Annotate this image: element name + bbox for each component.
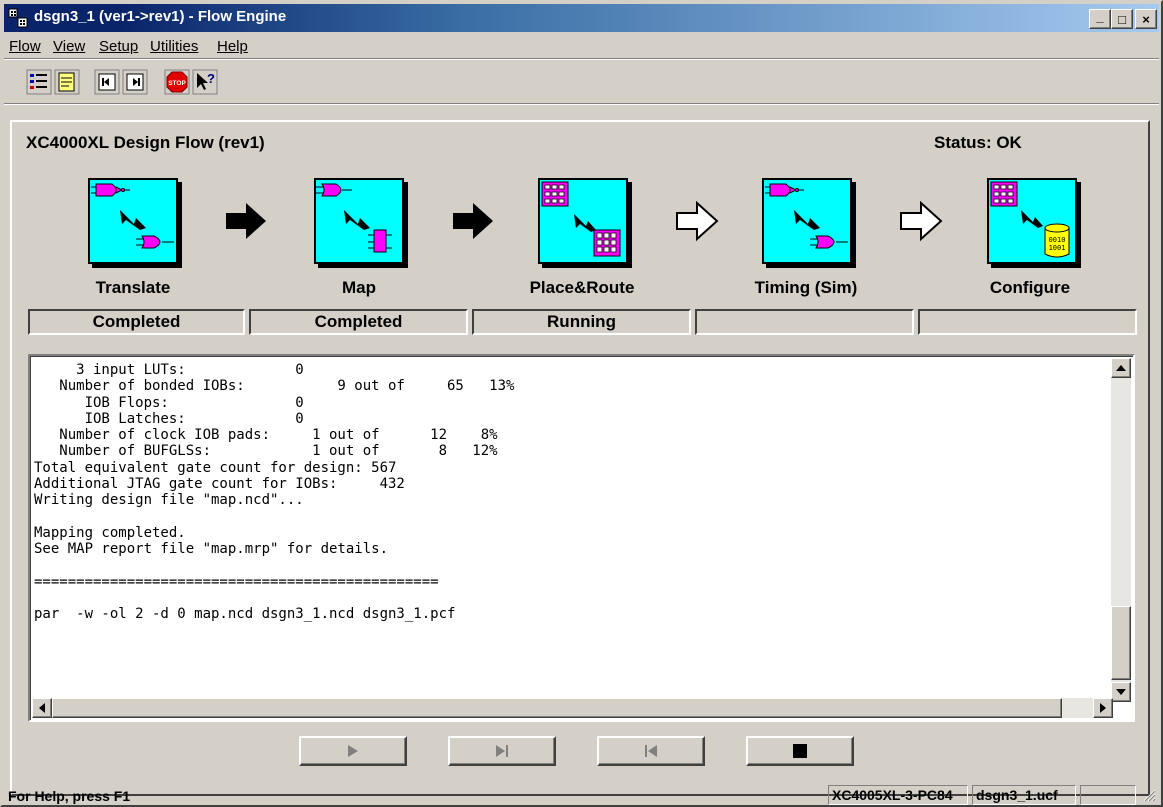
filled-arrow-icon xyxy=(453,203,493,239)
map-label: Map xyxy=(342,278,376,297)
scroll-up-button[interactable] xyxy=(1111,358,1131,378)
toolbar: STOP ? xyxy=(18,61,280,99)
menu-help[interactable]: Help xyxy=(217,38,248,55)
checklist-button[interactable] xyxy=(26,69,52,95)
extra-pane xyxy=(1080,785,1136,805)
stop-button[interactable] xyxy=(746,736,854,766)
stop-icon-text: STOP xyxy=(168,80,186,87)
menu-view[interactable]: View xyxy=(53,38,85,55)
map-icon xyxy=(316,183,392,253)
place-route-status: Running xyxy=(472,309,691,335)
app-icon xyxy=(8,8,28,28)
configure-label: Configure xyxy=(989,278,1071,297)
minimize-icon: _ xyxy=(1096,8,1104,24)
flow-title: XC4000XL Design Flow (rev1) xyxy=(26,133,265,152)
report-button[interactable] xyxy=(54,69,80,95)
rewind-button[interactable] xyxy=(597,736,705,766)
report-icon xyxy=(54,69,80,95)
horizontal-scrollbar[interactable] xyxy=(32,698,1113,718)
menu-view-label: View xyxy=(53,38,86,55)
place-route-label: Place&Route xyxy=(529,278,635,297)
left-arrow-icon xyxy=(39,703,45,713)
menu-separator xyxy=(4,58,1159,60)
horizontal-scroll-thumb[interactable] xyxy=(52,698,1062,718)
map-status: Completed xyxy=(249,309,468,335)
status-bar: For Help, press F1 XC4005XL-3-PC84 dsgn3… xyxy=(4,782,1159,806)
run-button[interactable] xyxy=(299,736,407,766)
stop-square-icon xyxy=(793,744,807,758)
minimize-button[interactable]: _ xyxy=(1089,9,1111,29)
close-button[interactable]: × xyxy=(1135,9,1157,29)
translate-icon xyxy=(91,183,174,249)
configure-icon: 0010 1001 xyxy=(990,181,1070,258)
checklist-icon xyxy=(26,69,52,95)
scroll-right-button[interactable] xyxy=(1093,698,1113,718)
vertical-scrollbar[interactable] xyxy=(1111,358,1131,702)
stop-icon: STOP xyxy=(164,69,190,95)
scroll-left-button[interactable] xyxy=(32,698,52,718)
timing-icon xyxy=(765,183,848,249)
svg-text:0010: 0010 xyxy=(1049,236,1066,244)
step-back-button[interactable] xyxy=(94,69,120,95)
configure-status xyxy=(918,309,1137,335)
context-help-icon: ? xyxy=(192,69,218,95)
play-icon xyxy=(348,745,358,757)
menu-bar: Flow View Setup Utilities Help xyxy=(4,34,1159,58)
context-help-icon-text: ? xyxy=(207,71,215,86)
menu-help-label: Help xyxy=(217,38,248,55)
outline-arrow-icon xyxy=(900,200,943,242)
log-text: 3 input LUTs: 0 Number of bonded IOBs: 9… xyxy=(34,362,515,623)
ucf-pane: dsgn3_1.ucf xyxy=(972,785,1076,805)
close-icon: × xyxy=(1142,11,1150,27)
up-arrow-icon xyxy=(1116,365,1126,371)
place-route-icon xyxy=(541,181,621,257)
log-output[interactable]: 3 input LUTs: 0 Number of bonded IOBs: 9… xyxy=(28,354,1135,722)
place-route-step-button[interactable] xyxy=(538,178,628,264)
menu-utilities[interactable]: Utilities xyxy=(150,38,198,55)
translate-step-button[interactable] xyxy=(88,178,178,264)
toolbar-separator xyxy=(4,103,1159,105)
svg-text:1001: 1001 xyxy=(1049,244,1066,252)
timing-step-button[interactable] xyxy=(762,178,852,264)
translate-label: Translate xyxy=(95,278,171,297)
filled-arrow-icon xyxy=(226,203,266,239)
timing-label: Timing (Sim) xyxy=(754,278,858,297)
menu-setup[interactable]: Setup xyxy=(99,38,138,55)
outline-arrow-icon xyxy=(676,200,719,242)
resize-grip-icon[interactable] xyxy=(1142,788,1156,802)
menu-setup-label: Setup xyxy=(99,38,139,55)
menu-flow[interactable]: Flow xyxy=(9,38,41,55)
menu-flow-label: Flow xyxy=(9,38,41,55)
device-pane: XC4005XL-3-PC84 xyxy=(828,785,968,805)
timing-status xyxy=(695,309,914,335)
help-hint: For Help, press F1 xyxy=(8,788,131,804)
vertical-scroll-thumb[interactable] xyxy=(1111,606,1131,680)
maximize-button[interactable]: □ xyxy=(1111,9,1133,29)
title-bar[interactable]: dsgn3_1 (ver1->rev1) - Flow Engine _ □ × xyxy=(4,4,1159,32)
step-back-icon xyxy=(94,69,120,95)
step-forward-icon xyxy=(122,69,148,95)
configure-step-button[interactable]: 0010 1001 xyxy=(987,178,1077,264)
step-forward-button[interactable] xyxy=(122,69,148,95)
step-button[interactable] xyxy=(448,736,556,766)
right-arrow-icon xyxy=(1100,703,1106,713)
translate-status: Completed xyxy=(28,309,245,335)
flow-status: Status: OK xyxy=(934,133,1022,152)
window-title: dsgn3_1 (ver1->rev1) - Flow Engine xyxy=(34,8,287,25)
step-icon xyxy=(496,745,508,757)
rewind-icon xyxy=(645,745,657,757)
flow-engine-window: dsgn3_1 (ver1->rev1) - Flow Engine _ □ ×… xyxy=(0,0,1163,807)
stop-button-toolbar[interactable]: STOP xyxy=(164,69,190,95)
maximize-icon: □ xyxy=(1118,11,1126,27)
context-help-button[interactable]: ? xyxy=(192,69,218,95)
map-step-button[interactable] xyxy=(314,178,404,264)
down-arrow-icon xyxy=(1116,689,1126,695)
scroll-down-button[interactable] xyxy=(1111,682,1131,702)
menu-utilities-label: Utilities xyxy=(150,38,199,55)
